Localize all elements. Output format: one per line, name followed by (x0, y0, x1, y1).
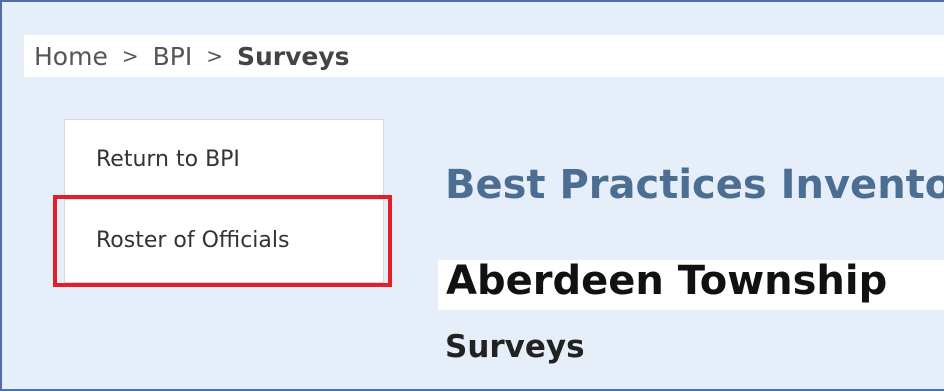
breadcrumb-separator: > (121, 44, 139, 68)
breadcrumb-bpi-link[interactable]: BPI (153, 42, 193, 71)
side-menu: Return to BPI Roster of Officials (64, 119, 384, 283)
menu-item-label: Return to BPI (96, 147, 240, 172)
breadcrumb-home-link[interactable]: Home (34, 42, 108, 71)
page-frame: Home > BPI > Surveys Return to BPI Roste… (0, 0, 944, 391)
page-title: Best Practices Inventory (445, 162, 944, 208)
section-title: Surveys (445, 329, 585, 365)
entity-name: Aberdeen Township (446, 258, 888, 304)
breadcrumb: Home > BPI > Surveys (24, 35, 944, 77)
breadcrumb-separator: > (206, 44, 223, 68)
roster-of-officials-link[interactable]: Roster of Officials (65, 200, 383, 280)
breadcrumb-current-page: Surveys (236, 41, 350, 71)
menu-item-label: Roster of Officials (96, 227, 290, 253)
return-to-bpi-link[interactable]: Return to BPI (65, 120, 383, 200)
